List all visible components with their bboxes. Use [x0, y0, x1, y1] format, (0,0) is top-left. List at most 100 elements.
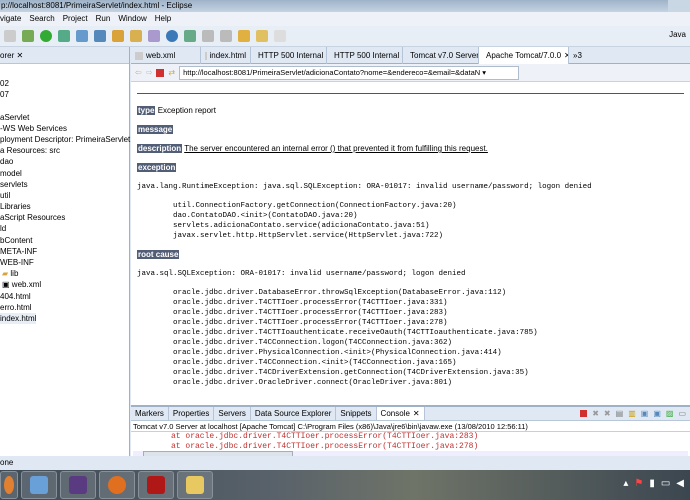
tab-apache-tomcat[interactable]: Apache Tomcat/7.0.0✕ [479, 47, 569, 64]
menu-navigate[interactable]: vigate [0, 12, 21, 26]
stop-icon[interactable] [156, 68, 165, 77]
show-on-stderr-icon[interactable]: ▣ [653, 409, 661, 418]
taskbar-eclipse[interactable] [60, 471, 96, 499]
display-console-icon[interactable]: ▭ [678, 409, 686, 418]
tab-data-source-explorer[interactable]: Data Source Explorer [251, 407, 337, 420]
next-annotation-icon[interactable] [202, 30, 214, 42]
tree-item[interactable] [0, 100, 129, 111]
tree-item[interactable]: ployment Descriptor: PrimeiraServlet [0, 134, 130, 145]
forward-icon[interactable] [274, 30, 286, 42]
search-icon[interactable] [184, 30, 196, 42]
debug-icon[interactable] [22, 30, 34, 42]
refresh-icon[interactable]: ⇄ [168, 68, 175, 77]
open-type-icon[interactable] [112, 30, 124, 42]
forward-icon[interactable]: ⇨ [146, 68, 153, 77]
project-explorer: orer ✕ 02 07 aServlet -WS Web Services p… [0, 47, 130, 456]
tab-servers[interactable]: Servers [214, 407, 251, 420]
close-icon[interactable]: ✕ [413, 407, 420, 420]
edit-icon[interactable] [148, 30, 160, 42]
tree-item[interactable]: 404.html [0, 291, 129, 302]
status-text: one [0, 458, 14, 467]
open-folder-icon[interactable] [130, 30, 142, 42]
tree-item[interactable]: a Resources: src [0, 145, 129, 156]
menu-search[interactable]: Search [29, 12, 54, 26]
tree-item[interactable]: ld [0, 223, 129, 234]
run-icon[interactable] [40, 30, 52, 42]
tree-item[interactable]: aScript Resources [0, 212, 129, 223]
console-output: at oracle.jdbc.driver.T4CTTIoer.processE… [131, 432, 690, 451]
remove-launch-icon[interactable]: ✖ [592, 409, 599, 418]
java-perspective[interactable]: Java [669, 30, 686, 39]
tab-markers[interactable]: Markers [131, 407, 169, 420]
clear-console-icon[interactable]: ▤ [616, 409, 624, 418]
exception-text: java.lang.RuntimeException: java.sql.SQL… [137, 183, 592, 191]
taskbar-firefox[interactable] [99, 471, 135, 499]
save-icon[interactable] [4, 30, 16, 42]
tree-item-web-xml[interactable]: ▣ web.xml [0, 279, 129, 290]
more-tabs[interactable]: »3 [569, 47, 586, 64]
tab-tomcat-server[interactable]: Tomcat v7.0 Server a [403, 47, 479, 64]
system-tray: ▴ ⚑ ▮ ▭ ◀ [623, 478, 684, 489]
panel-title[interactable]: orer [0, 51, 14, 60]
last-edit-icon[interactable] [238, 30, 250, 42]
new-class-icon[interactable] [94, 30, 106, 42]
action-center-flag-icon[interactable]: ⚑ [634, 478, 643, 489]
tab-web-xml[interactable]: web.xml [131, 47, 201, 64]
show-on-stdout-icon[interactable]: ▣ [641, 409, 649, 418]
tree-item[interactable]: -WS Web Services [0, 123, 129, 134]
url-input[interactable]: http://localhost:8081/PrimeiraServlet/ad… [179, 65, 520, 80]
globe-icon[interactable] [166, 30, 178, 42]
tree-item[interactable]: 02 [0, 78, 129, 89]
menu-run[interactable]: Run [96, 12, 111, 26]
tree-item[interactable]: util [0, 190, 129, 201]
tab-label: Console [380, 409, 410, 418]
tree-item[interactable]: 07 [0, 89, 129, 100]
terminate-icon[interactable] [580, 410, 588, 417]
show-hidden-icons[interactable]: ▴ [623, 478, 628, 489]
tree-item[interactable]: servlets [0, 179, 129, 190]
volume-icon[interactable]: ◀ [676, 478, 684, 489]
tab-snippets[interactable]: Snippets [336, 407, 377, 420]
tab-index-html[interactable]: index.html [201, 47, 251, 64]
taskbar-explorer[interactable] [177, 471, 213, 499]
tree-item-selected[interactable]: index.html [0, 312, 36, 325]
scroll-lock-icon[interactable]: ▥ [628, 409, 636, 418]
back-icon[interactable]: ⇦ [135, 68, 142, 77]
tab-http500-2[interactable]: HTTP 500 Internal Se [327, 47, 403, 64]
tree-item[interactable]: WEB-INF [0, 257, 129, 268]
external-tools-icon[interactable] [58, 30, 70, 42]
tree-item[interactable]: META-INF [0, 246, 129, 257]
perspective-switcher[interactable]: Java [669, 30, 686, 39]
network-icon[interactable]: ▭ [661, 478, 670, 489]
menu-help[interactable]: Help [155, 12, 171, 26]
status-bar: one [0, 456, 690, 470]
console-line: at oracle.jdbc.driver.T4CTTIoer.processE… [171, 432, 479, 441]
tree-item[interactable]: model [0, 168, 129, 179]
tree-item[interactable]: dao [0, 156, 129, 167]
tab-console[interactable]: Console ✕ [376, 407, 425, 420]
window-controls[interactable] [668, 0, 690, 12]
start-partial[interactable] [0, 471, 18, 499]
tree-item[interactable]: bContent [0, 235, 129, 246]
menu-project[interactable]: Project [63, 12, 88, 26]
tree-item[interactable]: aServlet [0, 112, 129, 123]
taskbar-acrobat[interactable] [138, 471, 174, 499]
power-icon[interactable]: ▮ [649, 478, 655, 489]
tree-item-lib[interactable]: ▰ lib [0, 268, 129, 279]
window-title: p://localhost:8081/PrimeiraServlet/index… [1, 1, 193, 10]
pin-console-icon[interactable]: ▨ [666, 409, 674, 418]
prev-annotation-icon[interactable] [220, 30, 232, 42]
tab-http500-1[interactable]: HTTP 500 Internal Se [251, 47, 327, 64]
new-server-icon[interactable] [76, 30, 88, 42]
tree-item[interactable]: Libraries [0, 201, 129, 212]
tree-item[interactable]: erro.html [0, 302, 129, 313]
tab-properties[interactable]: Properties [169, 407, 215, 420]
menu-window[interactable]: Window [118, 12, 146, 26]
back-icon[interactable] [256, 30, 268, 42]
remove-all-icon[interactable]: ✖ [604, 409, 611, 418]
eclipse-icon [69, 476, 87, 494]
tab-label: Data Source Explorer [254, 409, 332, 418]
taskbar-notepad[interactable] [21, 471, 57, 499]
html-file-icon [205, 51, 207, 60]
notepad-icon [30, 476, 48, 494]
